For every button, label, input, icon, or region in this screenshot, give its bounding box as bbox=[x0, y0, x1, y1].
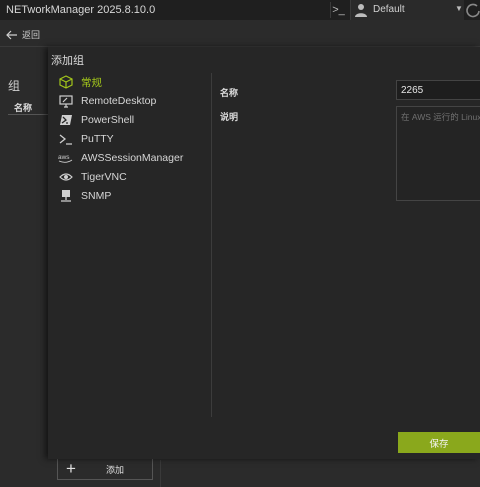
dialog-title: 添加组 bbox=[51, 55, 84, 67]
save-button[interactable]: 保存 bbox=[398, 432, 480, 453]
cube-icon bbox=[58, 74, 74, 90]
divider bbox=[160, 460, 161, 487]
column-header-name[interactable]: 名称 bbox=[14, 101, 32, 114]
back-bar: 返回 bbox=[0, 24, 480, 46]
nav-item-general[interactable]: 常规 bbox=[58, 73, 208, 91]
nav-label: PowerShell bbox=[81, 114, 135, 126]
add-label: 添加 bbox=[106, 465, 125, 475]
title-bar: NETworkManager 2025.8.10.0 >_ Default ▼ bbox=[0, 0, 480, 20]
svg-text:aws: aws bbox=[58, 154, 70, 161]
app-title: NETworkManager 2025.8.10.0 bbox=[6, 4, 156, 16]
nav-label: PuTTY bbox=[81, 133, 114, 145]
profile-label: Default bbox=[373, 4, 405, 15]
profile-selector[interactable]: Default ▼ bbox=[350, 0, 464, 20]
nav-item-tigervnc[interactable]: TigerVNC bbox=[58, 168, 208, 186]
divider bbox=[211, 73, 212, 417]
nav-label: AWSSessionManager bbox=[81, 152, 184, 164]
nav-label: RemoteDesktop bbox=[81, 95, 157, 107]
back-button[interactable]: 返回 bbox=[6, 28, 40, 41]
nav-item-putty[interactable]: PuTTY bbox=[58, 130, 208, 148]
nav-item-powershell[interactable]: PowerShell bbox=[58, 111, 208, 129]
powershell-icon bbox=[58, 112, 74, 128]
chevron-down-icon: ▼ bbox=[455, 4, 463, 13]
nav-item-awssessionmanager[interactable]: aws AWSSessionManager bbox=[58, 149, 208, 167]
plus-icon: + bbox=[66, 459, 76, 478]
arrow-left-icon bbox=[6, 30, 17, 39]
eye-icon bbox=[58, 169, 74, 185]
server-icon bbox=[58, 188, 74, 204]
nav-label: 常规 bbox=[81, 76, 102, 89]
description-input[interactable] bbox=[396, 106, 480, 201]
user-icon bbox=[355, 4, 367, 17]
aws-icon: aws bbox=[58, 150, 74, 166]
terminal-icon bbox=[58, 131, 74, 147]
group-section-title: 组 bbox=[8, 79, 21, 93]
name-label: 名称 bbox=[220, 88, 239, 98]
name-input[interactable] bbox=[396, 80, 480, 100]
add-group-button[interactable]: + 添加 bbox=[57, 457, 153, 480]
back-label: 返回 bbox=[22, 30, 41, 40]
description-label: 说明 bbox=[220, 112, 239, 122]
column-header-underline bbox=[8, 114, 48, 115]
nav-label: SNMP bbox=[81, 190, 112, 202]
nav-label: TigerVNC bbox=[81, 171, 127, 183]
nav-item-remotedesktop[interactable]: RemoteDesktop bbox=[58, 92, 208, 110]
refresh-icon[interactable] bbox=[466, 2, 480, 18]
add-group-dialog: 添加组 常规 RemoteDesktop PowerShell PuTTY aw… bbox=[48, 47, 480, 459]
monitor-icon bbox=[58, 93, 74, 109]
terminal-icon[interactable]: >_ bbox=[330, 2, 346, 18]
nav-item-snmp[interactable]: SNMP bbox=[58, 187, 208, 205]
